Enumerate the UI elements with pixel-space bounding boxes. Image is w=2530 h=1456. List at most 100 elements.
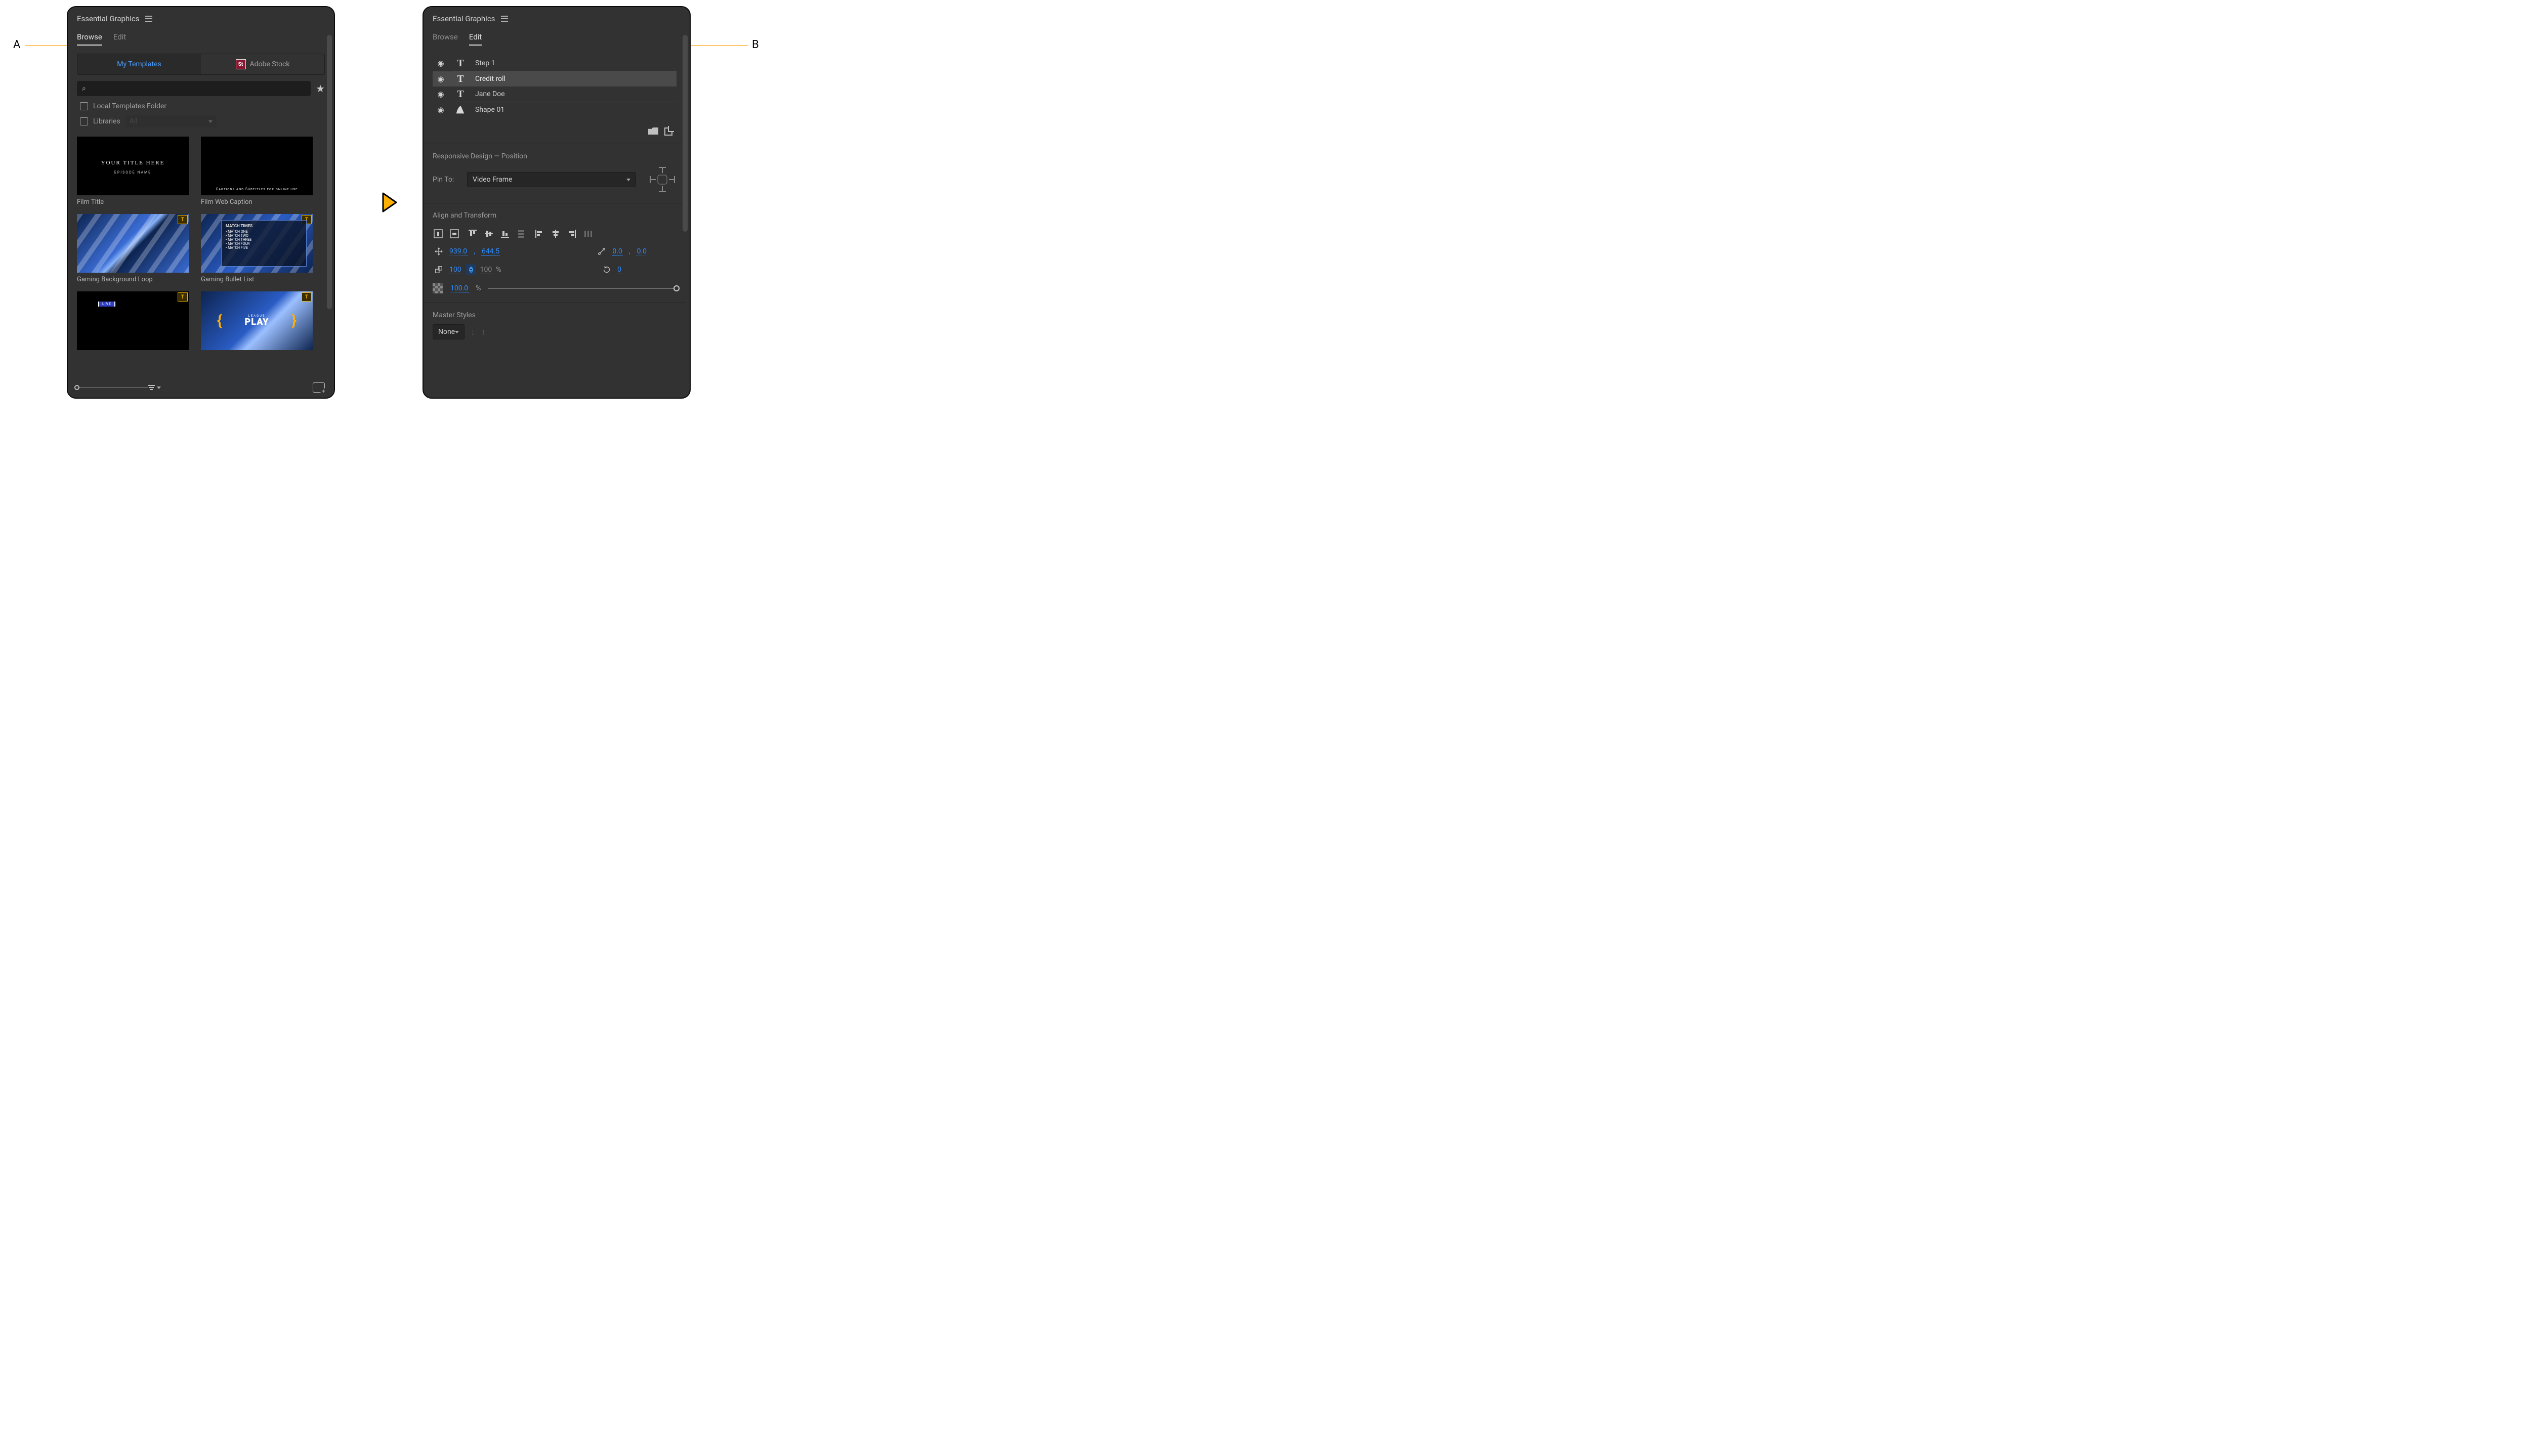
text-layer-icon: T [453, 89, 468, 100]
template-name: Film Title [77, 198, 189, 206]
template-item[interactable]: T LIVE [77, 291, 189, 350]
template-name: Gaming Bullet List [201, 276, 313, 283]
comma: , [472, 247, 477, 255]
layer-list: ◉ T Step 1 ◉ T Credit roll ◉ T Jane Doe … [433, 56, 677, 117]
new-layer-button[interactable] [664, 127, 672, 136]
master-style-value: None [438, 328, 455, 336]
visibility-toggle-icon[interactable]: ◉ [436, 74, 446, 83]
template-thumbnail: Captions and Subtitles for online use [201, 137, 313, 195]
distribute-v-icon[interactable] [516, 229, 527, 239]
template-item[interactable]: Captions and Subtitles for online use Fi… [201, 137, 313, 206]
push-style-down-button[interactable]: ↓ [471, 327, 475, 337]
template-item[interactable]: T Gaming Background Loop [77, 214, 189, 283]
align-vcenter-selection-icon[interactable] [449, 229, 460, 239]
thumb-text: YOUR TITLE HERE [77, 160, 189, 166]
align-hcenter-selection-icon[interactable] [433, 229, 444, 239]
tab-browse[interactable]: Browse [433, 32, 458, 46]
opacity-slider[interactable] [488, 285, 677, 292]
pin-edges-widget[interactable] [648, 165, 677, 194]
scale-unit: % [496, 266, 501, 274]
pin-to-value: Video Frame [473, 176, 512, 184]
visibility-toggle-icon[interactable]: ◉ [436, 59, 446, 68]
tab-edit[interactable]: Edit [113, 32, 126, 46]
layer-row[interactable]: ◉ T Credit roll [433, 71, 677, 87]
sort-filter-button[interactable] [148, 385, 161, 390]
layer-row[interactable]: ◉ T Jane Doe [433, 87, 677, 102]
source-adobe-stock-label: Adobe Stock [250, 60, 290, 68]
align-bottom-icon[interactable] [499, 229, 511, 239]
align-vcenter-icon[interactable] [483, 229, 494, 239]
essential-graphics-panel-edit: Essential Graphics Browse Edit ◉ T Step … [423, 6, 691, 399]
chevron-down-icon [455, 331, 459, 333]
mogrt-badge-icon: T [302, 292, 312, 302]
source-adobe-stock[interactable]: St Adobe Stock [201, 54, 324, 74]
position-y-value[interactable]: 644.5 [481, 247, 500, 256]
anchor-y-value[interactable]: 0.0 [637, 247, 647, 256]
rotation-icon [601, 265, 613, 274]
template-source-tabs: My Templates St Adobe Stock [77, 54, 325, 75]
align-left-icon[interactable] [534, 229, 545, 239]
source-my-templates[interactable]: My Templates [77, 54, 201, 74]
align-section-title: Align and Transform [433, 211, 677, 220]
essential-graphics-panel-browse: Essential Graphics Browse Edit My Templa… [67, 6, 335, 399]
chevron-down-icon [157, 387, 161, 389]
adobe-stock-icon: St [236, 59, 246, 69]
template-item[interactable]: YOUR TITLE HERE EPISODE NAME Film Title [77, 137, 189, 206]
thumb-text: EPISODE NAME [77, 170, 189, 175]
thumbnail-zoom-slider[interactable] [77, 384, 148, 391]
template-name: Gaming Background Loop [77, 276, 189, 283]
layer-name: Shape 01 [475, 106, 673, 114]
thumb-text: Captions and Subtitles for online use [201, 187, 313, 191]
position-x-value[interactable]: 939.0 [449, 247, 468, 256]
master-style-dropdown[interactable]: None [433, 324, 465, 339]
position-icon [433, 247, 445, 256]
search-icon: ⌕ [82, 84, 86, 93]
template-thumbnail: T [77, 214, 189, 273]
panel-menu-icon[interactable] [501, 16, 508, 22]
panel-title: Essential Graphics [77, 14, 139, 23]
panel-menu-icon[interactable] [145, 16, 152, 22]
visibility-toggle-icon[interactable]: ◉ [436, 90, 446, 99]
libraries-dropdown[interactable]: All [125, 115, 217, 127]
responsive-section-title: Responsive Design — Position [433, 152, 677, 160]
layer-row[interactable]: ◉ Shape 01 [433, 102, 677, 117]
local-templates-label: Local Templates Folder [93, 102, 166, 110]
template-thumbnail: T { } LEAGUE PLAY [201, 291, 313, 350]
align-hcenter-icon[interactable] [550, 229, 561, 239]
new-folder-button[interactable] [313, 382, 325, 393]
anchor-icon [596, 247, 608, 256]
search-input[interactable]: ⌕ [77, 81, 311, 96]
template-name: Film Web Caption [201, 198, 313, 206]
rotation-value[interactable]: 0 [617, 266, 622, 274]
tab-browse[interactable]: Browse [77, 32, 102, 46]
play-separator-icon [381, 192, 398, 212]
scale-h-value[interactable]: 100 [480, 266, 492, 274]
scale-icon [433, 265, 445, 274]
shape-layer-icon [453, 104, 468, 115]
constrain-proportions-toggle[interactable] [466, 264, 476, 275]
tab-edit[interactable]: Edit [469, 32, 482, 46]
panel-scrollbar[interactable] [327, 35, 332, 377]
callout-b-label: B [752, 38, 759, 51]
thumb-text: MATCH TIMES • MATCH ONE • MATCH TWO • MA… [221, 220, 307, 267]
visibility-toggle-icon[interactable]: ◉ [436, 105, 446, 114]
anchor-x-value[interactable]: 0.0 [612, 247, 622, 256]
opacity-value[interactable]: 100.0 [450, 284, 469, 293]
local-templates-checkbox[interactable] [80, 102, 88, 110]
layer-row[interactable]: ◉ T Step 1 [433, 56, 677, 71]
scale-w-value[interactable]: 100 [449, 266, 462, 274]
favorites-filter-icon[interactable]: ★ [316, 82, 325, 95]
pin-to-dropdown[interactable]: Video Frame [467, 172, 636, 187]
mogrt-badge-icon: T [178, 215, 188, 224]
comma: , [627, 247, 632, 255]
push-style-up-button[interactable]: ↑ [481, 327, 486, 337]
template-item[interactable]: T { } LEAGUE PLAY [201, 291, 313, 350]
align-top-icon[interactable] [467, 229, 478, 239]
new-group-button[interactable] [648, 127, 658, 135]
panel-scrollbar[interactable] [683, 35, 688, 393]
template-item[interactable]: T MATCH TIMES • MATCH ONE • MATCH TWO • … [201, 214, 313, 283]
align-right-icon[interactable] [566, 229, 577, 239]
distribute-h-icon[interactable] [582, 229, 594, 239]
thumb-text: LIVE [98, 302, 115, 307]
libraries-checkbox[interactable] [80, 117, 88, 125]
